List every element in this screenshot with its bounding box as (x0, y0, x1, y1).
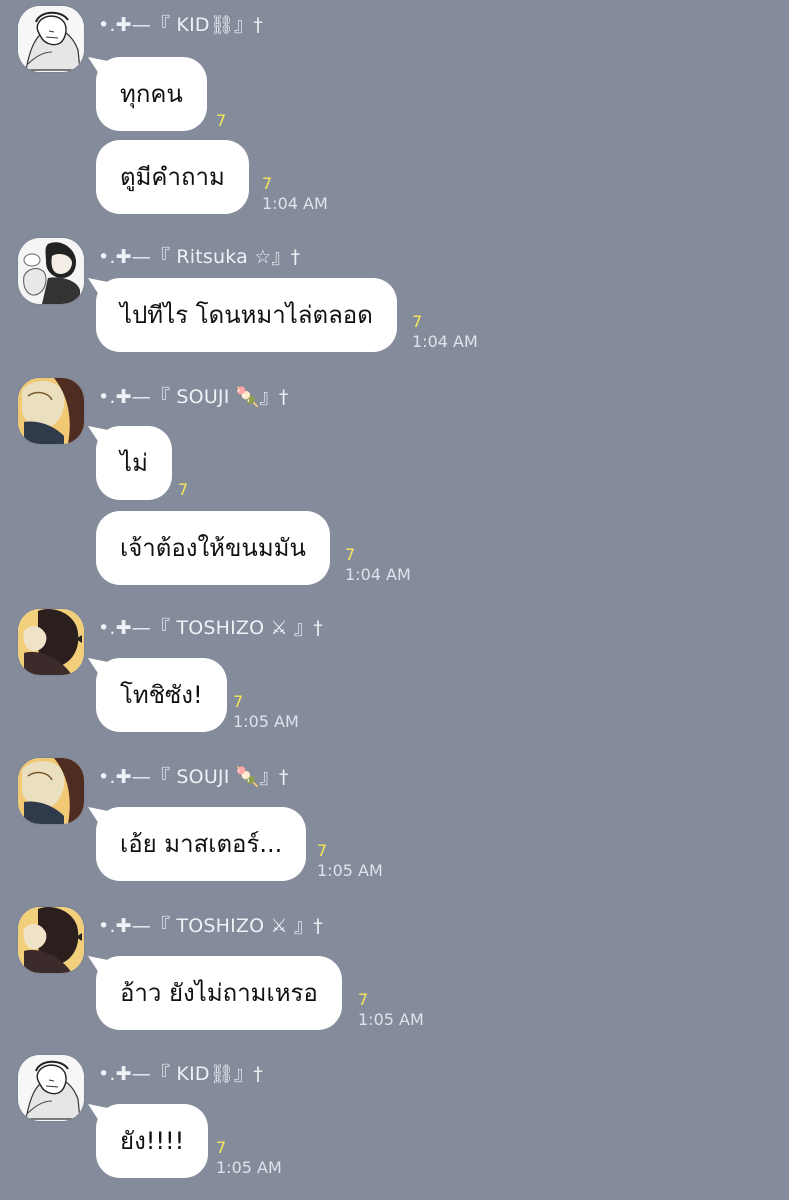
toshizo-avatar[interactable] (18, 609, 84, 675)
message-row: โทชิซัง! 7 1:05 AM (96, 658, 299, 732)
ritsuka-avatar-image (18, 238, 84, 304)
message-row: ยัง!!!! 7 1:05 AM (96, 1104, 282, 1178)
message-row: ไม่ 7 (96, 426, 188, 500)
message-row: เจ้าต้องให้ขนมมัน 7 1:04 AM (96, 511, 411, 585)
sender-name: •.✚—『 TOSHIZO ⚔ 』† (98, 617, 323, 639)
read-count: 7 (358, 990, 369, 1009)
read-count: 7 (317, 841, 328, 860)
message-bubble[interactable]: ไม่ (96, 426, 172, 500)
sender-name: •.✚—『 KID⛓』† (98, 1063, 263, 1085)
message-meta: 7 1:05 AM (233, 692, 299, 732)
read-count: 7 (216, 1138, 227, 1157)
message-bubble[interactable]: โทชิซัง! (96, 658, 227, 732)
message-row: อ้าว ยังไม่ถามเหรอ 7 1:05 AM (96, 956, 424, 1030)
timestamp: 1:04 AM (412, 332, 478, 351)
message-bubble[interactable]: ตูมีคำถาม (96, 140, 249, 214)
timestamp: 1:05 AM (317, 861, 383, 880)
message-bubble[interactable]: เอ้ย มาสเตอร์... (96, 807, 307, 881)
sender-name: •.✚—『 Ritsuka ☆』† (98, 246, 301, 268)
message-bubble[interactable]: ไปทีไร โดนหมาไล่ตลอด (96, 278, 397, 352)
timestamp: 1:04 AM (345, 565, 411, 584)
message-meta: 7 1:04 AM (262, 174, 328, 214)
message-row: ตูมีคำถาม 7 1:04 AM (96, 140, 328, 214)
message-bubble[interactable]: อ้าว ยังไม่ถามเหรอ (96, 956, 342, 1030)
message-meta: 7 (178, 480, 188, 500)
message-bubble[interactable]: ยัง!!!! (96, 1104, 209, 1178)
message-meta: 7 1:04 AM (412, 312, 478, 352)
message-meta: 7 1:05 AM (317, 841, 383, 881)
timestamp: 1:04 AM (262, 194, 328, 213)
sender-name: •.✚—『 SOUJI 🍡』† (98, 386, 289, 408)
souji-avatar-image (18, 378, 84, 444)
timestamp: 1:05 AM (233, 712, 299, 731)
ritsuka-avatar[interactable] (18, 238, 84, 304)
chat-window: •.✚—『 KID⛓』† ทุกคน 7 ตูมีคำถาม 7 1:04 AM (0, 0, 789, 1200)
message-bubble[interactable]: ทุกคน (96, 57, 207, 131)
message-row: ทุกคน 7 (96, 57, 226, 131)
timestamp: 1:05 AM (358, 1010, 424, 1029)
timestamp: 1:05 AM (216, 1158, 282, 1177)
read-count: 7 (262, 174, 273, 193)
message-meta: 7 (216, 111, 226, 131)
sender-name: •.✚—『 KID⛓』† (98, 14, 263, 36)
souji-avatar[interactable] (18, 378, 84, 444)
message-meta: 7 1:04 AM (345, 545, 411, 585)
kid-avatar-image (18, 6, 84, 72)
message-row: ไปทีไร โดนหมาไล่ตลอด 7 1:04 AM (96, 278, 478, 352)
kid-avatar-image (18, 1055, 84, 1121)
message-row: เอ้ย มาสเตอร์... 7 1:05 AM (96, 807, 383, 881)
read-count: 7 (412, 312, 423, 331)
message-meta: 7 1:05 AM (216, 1138, 282, 1178)
read-count: 7 (216, 111, 227, 130)
kid-avatar[interactable] (18, 1055, 84, 1121)
sender-name: •.✚—『 TOSHIZO ⚔ 』† (98, 915, 323, 937)
read-count: 7 (345, 545, 356, 564)
sender-name: •.✚—『 SOUJI 🍡』† (98, 766, 289, 788)
souji-avatar-image (18, 758, 84, 824)
souji-avatar[interactable] (18, 758, 84, 824)
read-count: 7 (233, 692, 244, 711)
kid-avatar[interactable] (18, 6, 84, 72)
toshizo-avatar-image (18, 609, 84, 675)
read-count: 7 (178, 480, 189, 499)
message-meta: 7 1:05 AM (358, 990, 424, 1030)
message-bubble[interactable]: เจ้าต้องให้ขนมมัน (96, 511, 330, 585)
toshizo-avatar[interactable] (18, 907, 84, 973)
toshizo-avatar-image (18, 907, 84, 973)
